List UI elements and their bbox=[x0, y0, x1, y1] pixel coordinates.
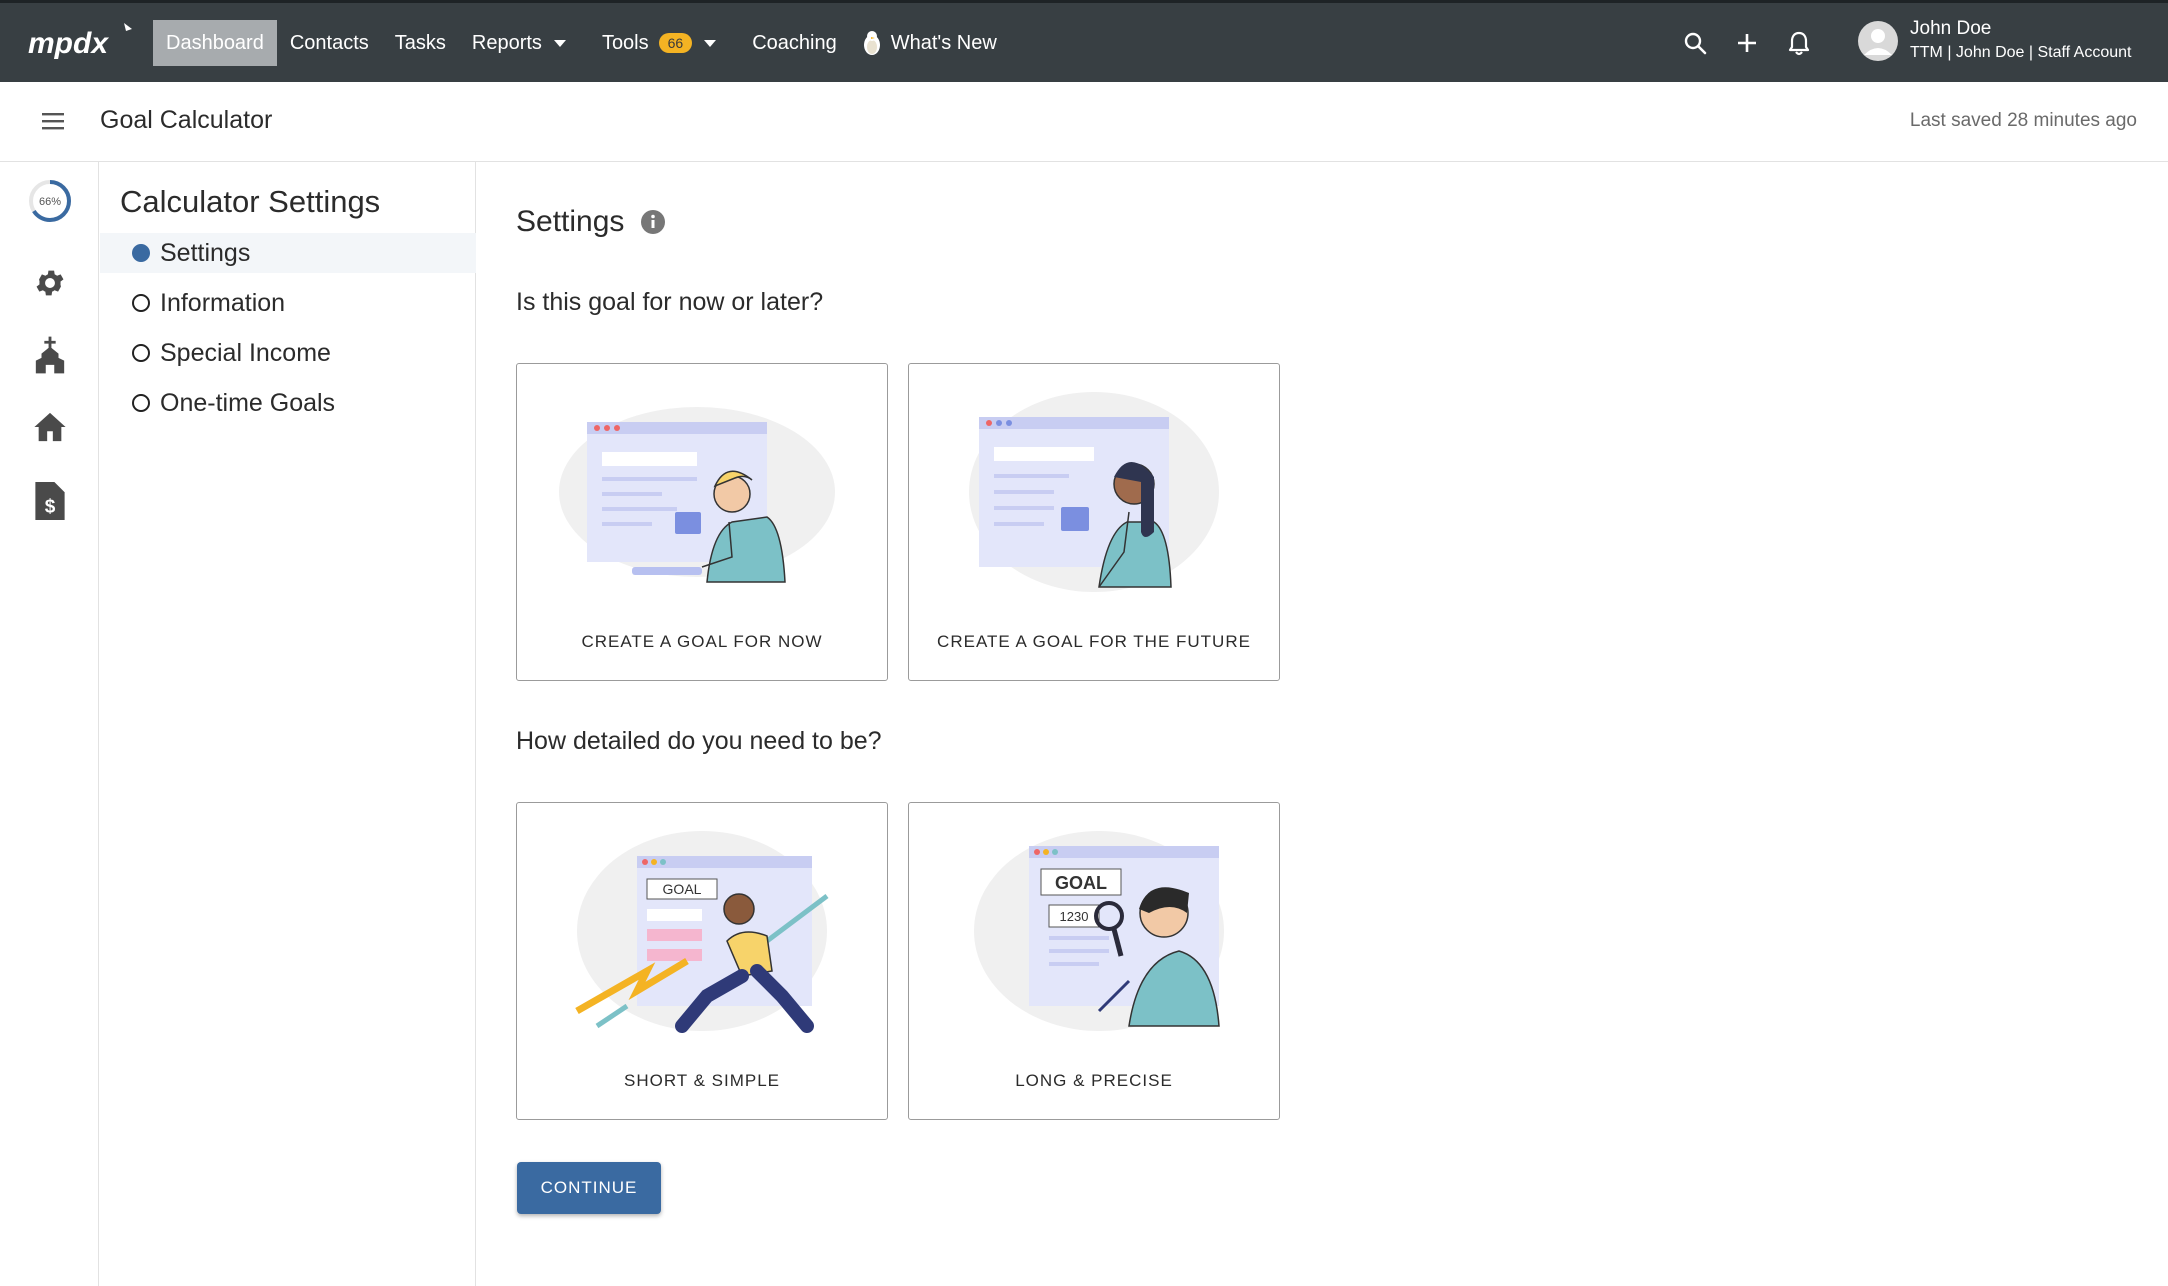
step-label: One-time Goals bbox=[160, 388, 336, 417]
card-label: SHORT & SIMPLE bbox=[623, 1071, 781, 1090]
church-icon[interactable] bbox=[33, 336, 67, 374]
step-active-dot-icon bbox=[132, 244, 150, 262]
long-precise-card[interactable]: GOAL 1230 LONG & PRECISE bbox=[908, 802, 1280, 1120]
card-label: CREATE A GOAL FOR THE FUTURE bbox=[937, 632, 1251, 651]
progress-label: 66% bbox=[39, 196, 61, 208]
tools-count-badge: 66 bbox=[658, 33, 693, 53]
nav-tools[interactable]: Tools 66 bbox=[589, 20, 729, 66]
step-icon-rail: 66% $ bbox=[0, 162, 99, 1286]
nav-reports-label: Reports bbox=[471, 31, 542, 54]
goal-number: 1230 bbox=[1060, 909, 1089, 924]
add-icon[interactable] bbox=[1734, 27, 1760, 59]
step-circle-icon bbox=[132, 294, 150, 312]
step-circle-icon bbox=[132, 394, 150, 412]
nav-contacts[interactable]: Contacts bbox=[277, 20, 382, 66]
thinking-man-illustration bbox=[559, 407, 835, 583]
nav-dashboard-label: Dashboard bbox=[166, 31, 264, 54]
step-special-income[interactable]: Special Income bbox=[100, 333, 476, 373]
section-title: Settings bbox=[516, 205, 666, 239]
nav-tasks-label: Tasks bbox=[394, 31, 446, 54]
magnifier-man-illustration: GOAL 1230 bbox=[974, 831, 1224, 1031]
goal-label-large: GOAL bbox=[1055, 873, 1107, 893]
calculator-steps-panel: Calculator Settings Settings Information… bbox=[100, 162, 476, 1286]
user-account: TTM | John Doe | Staff Account bbox=[1910, 44, 2132, 61]
steps-title: Calculator Settings bbox=[120, 184, 381, 219]
step-settings[interactable]: Settings bbox=[100, 233, 476, 273]
question-timing: Is this goal for now or later? bbox=[516, 288, 824, 316]
hamburger-menu-icon[interactable] bbox=[42, 112, 66, 130]
penguin-icon bbox=[863, 30, 881, 56]
nav-tasks[interactable]: Tasks bbox=[382, 20, 459, 66]
nav-dashboard[interactable]: Dashboard bbox=[153, 20, 277, 66]
page-title: Goal Calculator bbox=[100, 106, 273, 134]
svg-text:mpdx: mpdx bbox=[28, 27, 109, 60]
home-icon[interactable] bbox=[33, 410, 67, 444]
search-icon[interactable] bbox=[1682, 27, 1708, 59]
mpdx-logo[interactable]: mpdx bbox=[28, 19, 136, 63]
short-simple-card[interactable]: GOAL SHORT & SIMPLE bbox=[516, 802, 888, 1120]
thinking-woman-illustration bbox=[969, 392, 1219, 592]
goal-future-card[interactable]: CREATE A GOAL FOR THE FUTURE bbox=[908, 363, 1280, 681]
nav-whats-new[interactable]: What's New bbox=[850, 20, 1010, 66]
chevron-down-icon bbox=[704, 39, 717, 47]
nav-tools-label: Tools bbox=[601, 31, 649, 54]
chevron-down-icon bbox=[553, 39, 566, 47]
step-one-time-goals[interactable]: One-time Goals bbox=[100, 383, 476, 423]
last-saved-status: Last saved 28 minutes ago bbox=[1909, 110, 2137, 131]
section-title-text: Settings bbox=[516, 205, 625, 238]
step-label: Settings bbox=[160, 238, 251, 267]
user-name: John Doe bbox=[1910, 18, 1992, 39]
step-label: Information bbox=[160, 288, 286, 317]
gear-icon[interactable] bbox=[33, 266, 67, 300]
nav-contacts-label: Contacts bbox=[289, 31, 369, 54]
running-woman-illustration: GOAL bbox=[575, 831, 829, 1033]
page-header: Goal Calculator Last saved 28 minutes ag… bbox=[0, 82, 2168, 162]
nav-whats-new-label: What's New bbox=[890, 31, 997, 54]
info-icon[interactable] bbox=[640, 209, 666, 235]
continue-button[interactable]: CONTINUE bbox=[517, 1162, 661, 1214]
step-circle-icon bbox=[132, 344, 150, 362]
bell-icon[interactable] bbox=[1786, 27, 1812, 59]
progress-ring: 66% bbox=[28, 179, 72, 223]
card-label: LONG & PRECISE bbox=[1015, 1071, 1173, 1090]
question-detail: How detailed do you need to be? bbox=[516, 727, 882, 755]
goal-now-card[interactable]: CREATE A GOAL FOR NOW bbox=[516, 363, 888, 681]
user-menu[interactable]: John Doe TTM | John Doe | Staff Account bbox=[1858, 17, 2131, 65]
step-label: Special Income bbox=[160, 338, 331, 367]
avatar bbox=[1858, 21, 1898, 61]
main-nav: Dashboard Contacts Tasks Reports Tools 66… bbox=[153, 20, 1010, 66]
step-information[interactable]: Information bbox=[100, 283, 476, 323]
top-navbar: mpdx Dashboard Contacts Tasks Reports To… bbox=[0, 0, 2168, 82]
nav-coaching[interactable]: Coaching bbox=[739, 20, 850, 66]
svg-text:$: $ bbox=[45, 497, 56, 518]
goal-label-small: GOAL bbox=[663, 881, 702, 897]
nav-reports[interactable]: Reports bbox=[459, 20, 579, 66]
expense-receipt-icon[interactable]: $ bbox=[33, 482, 67, 520]
nav-coaching-label: Coaching bbox=[752, 31, 837, 54]
card-label: CREATE A GOAL FOR NOW bbox=[581, 632, 823, 651]
top-actions bbox=[1682, 27, 1812, 59]
